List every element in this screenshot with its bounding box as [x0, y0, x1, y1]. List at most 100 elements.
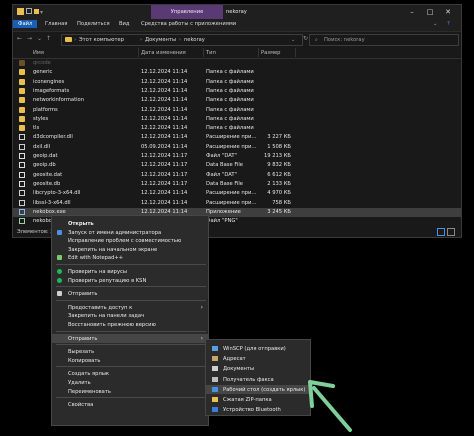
back-icon[interactable]: ← — [17, 35, 22, 42]
menu-separator — [56, 299, 206, 301]
context-menu: Открыть Запуск от имени администратора Исп… — [51, 215, 209, 426]
context-menu-item[interactable]: Проверить репутацию в KSN — [52, 276, 208, 285]
table-row[interactable]: geoip.db 12.12.2024 11:17 Data Base File 9 … — [13, 161, 461, 170]
shield-icon — [57, 229, 62, 235]
table-row[interactable]: geosite.dat 12.12.2024 11:17 Файл "DAT" 6 6… — [13, 171, 461, 180]
chevron-right-icon: › — [200, 334, 203, 342]
context-menu-item[interactable]: Восстановить прежнюю версию — [52, 320, 208, 329]
cell-date: 12.12.2024 11:14 — [141, 97, 188, 104]
tab-view[interactable]: Вид — [119, 21, 130, 27]
documents-icon — [212, 366, 218, 372]
table-row[interactable]: platforms 12.12.2024 11:14 Папка с файлами — [13, 106, 461, 115]
column-name[interactable]: Имя — [33, 50, 44, 56]
send-to-item[interactable]: Сжатая ZIP-папка — [206, 395, 310, 404]
tab-home[interactable]: Главная — [45, 21, 67, 27]
address-bar[interactable]: › Этот компьютер › Документы › nekoray ⌄ — [61, 34, 303, 46]
context-menu-item[interactable]: Переименовать — [52, 387, 208, 396]
send-to-submenu: WinSCP (для отправки) Адресат Документы Пол… — [205, 339, 311, 416]
details-view-icon[interactable] — [437, 228, 445, 236]
cell-date: 05.09.2024 11:14 — [141, 143, 188, 150]
context-menu-item[interactable]: Свойства — [52, 400, 208, 409]
send-to-item[interactable]: Документы — [206, 364, 310, 373]
forward-icon[interactable]: → — [27, 35, 32, 42]
cell-date: 12.12.2024 11:14 — [141, 78, 188, 85]
up-icon[interactable]: ↑ — [46, 35, 51, 42]
context-menu-item[interactable]: Отправить › — [52, 333, 208, 343]
context-menu-item[interactable]: Edit with Notepad++ — [52, 253, 208, 262]
tab-share[interactable]: Поделиться — [77, 21, 110, 27]
table-row[interactable]: qrcode — [13, 59, 461, 68]
help-icon[interactable]: ? — [447, 21, 450, 27]
cell-size: 2 133 КБ — [267, 180, 291, 187]
search-input[interactable]: ⌕ Поиск: nekoray — [309, 34, 459, 46]
title-bar: ▾ Управление nekoray – □ ✕ — [13, 5, 461, 19]
table-row[interactable]: dxil.dll 05.09.2024 11:14 Расширение при..… — [13, 143, 461, 152]
table-row[interactable]: d3dcompiler.dll 12.12.2024 11:14 Расширени… — [13, 133, 461, 142]
cell-name: qrcode — [33, 60, 51, 66]
table-row[interactable]: generic 12.12.2024 11:14 Папка с файлами — [13, 68, 461, 77]
cell-size: 9 832 КБ — [267, 162, 291, 169]
send-to-item[interactable]: Устройство Bluetooth — [206, 405, 310, 414]
search-placeholder: Поиск: nekoray — [324, 37, 365, 43]
table-row[interactable]: iconengines 12.12.2024 11:14 Папка с файла… — [13, 78, 461, 87]
context-menu-item[interactable]: Отправить — [52, 289, 208, 298]
table-row[interactable]: libssl-3-x64.dll 12.12.2024 11:14 Расширен… — [13, 199, 461, 208]
ribbon-expand-icon[interactable]: ⌄ — [433, 21, 437, 27]
table-row[interactable]: imageformats 12.12.2024 11:14 Папка с файл… — [13, 87, 461, 96]
manage-context-tab[interactable]: Управление — [151, 9, 223, 15]
properties-icon[interactable] — [26, 8, 32, 14]
png-icon — [19, 218, 25, 225]
new-folder-icon[interactable] — [34, 9, 39, 14]
column-size[interactable]: Размер — [261, 50, 280, 56]
menu-item-label: Свойства — [68, 402, 94, 409]
address-dropdown-icon[interactable]: ⌄ — [291, 37, 295, 43]
cell-size: 19 213 КБ — [263, 153, 291, 159]
table-row[interactable]: networkinformation 12.12.2024 11:14 Папка … — [13, 96, 461, 105]
contact-icon — [212, 356, 218, 362]
minimize-button[interactable]: – — [405, 7, 419, 17]
recent-dropdown-icon[interactable]: ⌄ — [37, 35, 42, 42]
table-row[interactable]: styles 12.12.2024 11:14 Папка с файлами — [13, 115, 461, 124]
menu-item-label: Исправление проблем с совместимостью — [68, 238, 182, 245]
breadcrumb-nekoray[interactable]: nekoray — [184, 37, 205, 43]
column-date[interactable]: Дата изменения — [141, 50, 186, 56]
tab-file[interactable]: Файл — [13, 20, 38, 28]
file-icon — [19, 171, 25, 178]
table-row[interactable]: geosite.db 12.12.2024 11:17 Data Base File… — [13, 180, 461, 189]
dll-icon — [19, 190, 25, 197]
cell-name: geoip.dat — [33, 153, 58, 159]
menu-item-label: Рабочий стол (создать ярлык) — [223, 386, 306, 393]
cell-size: 3 245 КБ — [267, 208, 291, 215]
search-icon: ⌕ — [315, 37, 318, 43]
send-to-item[interactable]: WinSCP (для отправки) — [206, 344, 310, 353]
menu-item-label: Открыть — [68, 221, 94, 227]
close-button[interactable]: ✕ — [441, 7, 455, 17]
menu-separator — [56, 330, 206, 332]
send-to-item[interactable]: Адресат — [206, 354, 310, 363]
maximize-button[interactable]: □ — [423, 7, 437, 17]
cell-size: 6 612 КБ — [267, 171, 291, 178]
file-icon — [19, 153, 25, 159]
annotation-arrow — [308, 380, 352, 432]
tab-app-tools[interactable]: Средства работы с приложениями — [141, 21, 236, 27]
breadcrumb-this-pc[interactable]: Этот компьютер — [79, 37, 124, 43]
cell-name: geoip.db — [33, 162, 56, 169]
tiles-view-icon[interactable] — [447, 228, 455, 236]
quick-access-dropdown-icon[interactable]: ▾ — [40, 9, 43, 16]
refresh-icon[interactable]: ↻ — [303, 35, 308, 42]
context-menu-item[interactable]: Копировать — [52, 356, 208, 365]
share-icon — [57, 291, 62, 297]
cell-type: Приложение — [206, 208, 241, 215]
table-row[interactable]: libcrypto-3-x64.dll 12.12.2024 11:14 Расши… — [13, 189, 461, 198]
dll-icon — [19, 134, 25, 141]
table-row[interactable]: geoip.dat 12.12.2024 11:17 Файл "DAT" 19 21… — [13, 152, 461, 161]
folder-icon — [19, 115, 25, 122]
menu-item-label: Проверить на вирусы — [68, 269, 127, 275]
breadcrumb-documents[interactable]: Документы — [145, 37, 176, 43]
column-type[interactable]: Тип — [206, 50, 216, 56]
explorer-window: ▾ Управление nekoray – □ ✕ Файл Главная … — [12, 4, 462, 238]
cell-size: 4 970 КБ — [267, 190, 291, 197]
send-to-item[interactable]: Получатель факса — [206, 375, 310, 384]
send-to-item[interactable]: Рабочий стол (создать ярлык) — [206, 384, 310, 394]
table-row[interactable]: tls 12.12.2024 11:14 Папка с файлами — [13, 124, 461, 133]
